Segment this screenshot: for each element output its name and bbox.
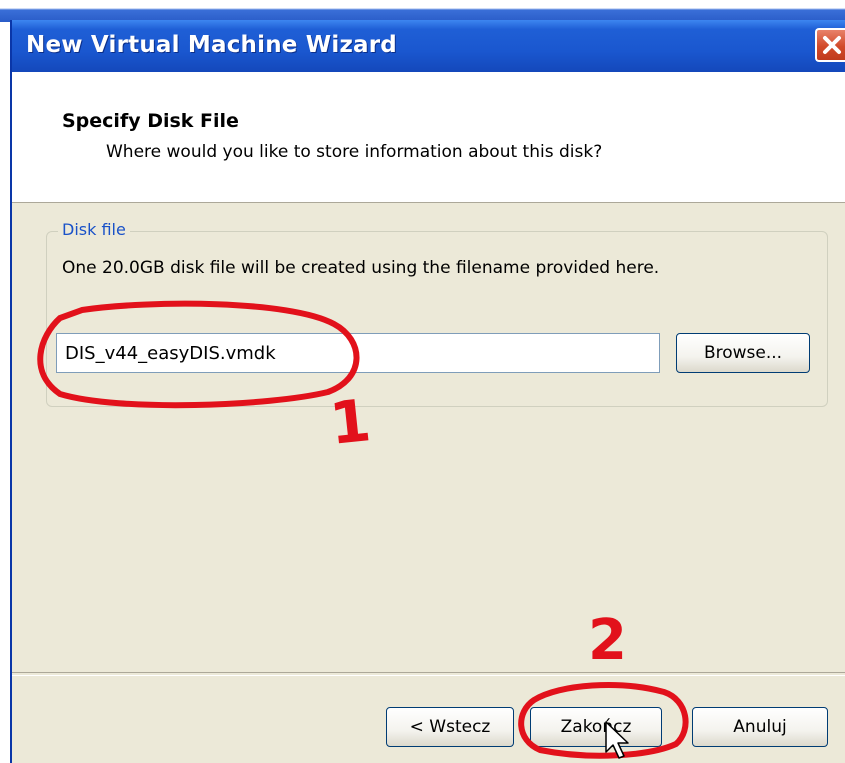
title-bar[interactable]: New Virtual Machine Wizard	[12, 20, 845, 72]
back-button[interactable]: < Wstecz	[386, 707, 514, 747]
background-window-strip	[0, 0, 845, 22]
close-icon	[823, 36, 841, 54]
wizard-header: Specify Disk File Where would you like t…	[12, 72, 845, 203]
close-button[interactable]	[815, 28, 845, 62]
finish-button[interactable]: Zakończ	[530, 707, 662, 747]
page-title: Specify Disk File	[62, 110, 239, 132]
page-subtitle: Where would you like to store informatio…	[106, 142, 603, 162]
disk-filename-input[interactable]	[56, 333, 660, 373]
footer-separator	[12, 672, 845, 676]
window-title: New Virtual Machine Wizard	[26, 32, 397, 58]
annotation-step-2: 2	[588, 608, 627, 673]
disk-file-description: One 20.0GB disk file will be created usi…	[62, 258, 660, 278]
wizard-window: New Virtual Machine Wizard Specify Disk …	[10, 20, 845, 763]
browse-button[interactable]: Browse...	[676, 333, 810, 373]
disk-file-legend: Disk file	[58, 220, 130, 239]
annotation-step-1: 1	[326, 386, 374, 458]
cancel-button[interactable]: Anuluj	[692, 707, 828, 747]
